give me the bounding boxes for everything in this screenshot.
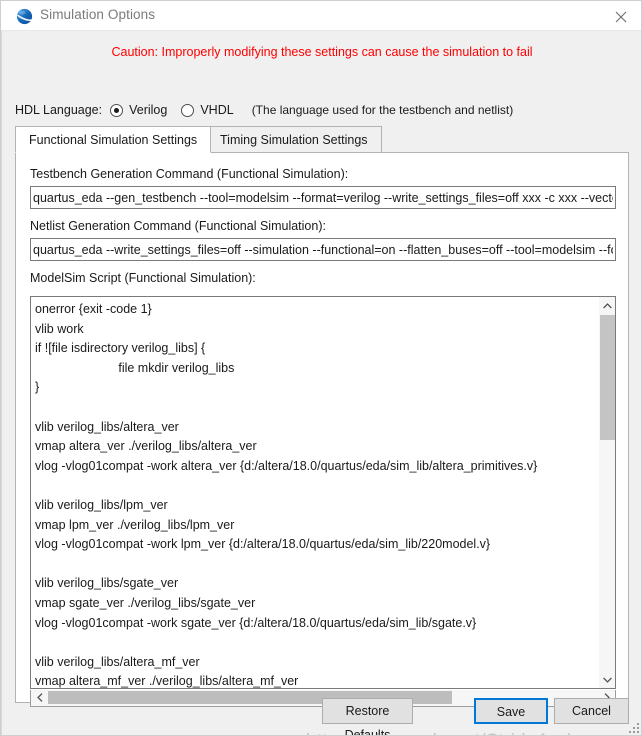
radio-option-verilog[interactable]: Verilog [110, 103, 167, 117]
tab-timing-simulation-settings[interactable]: Timing Simulation Settings [206, 126, 382, 153]
resize-grip-icon[interactable] [629, 723, 640, 734]
quartus-globe-icon [16, 8, 33, 25]
tab-functional-simulation-settings[interactable]: Functional Simulation Settings [15, 126, 212, 153]
window-title: Simulation Options [40, 7, 156, 22]
radio-verilog-icon[interactable] [110, 103, 124, 117]
netlist-command-label: Netlist Generation Command (Functional S… [30, 219, 326, 233]
script-vertical-scrollbar[interactable] [598, 297, 615, 688]
scroll-left-arrow-icon[interactable] [31, 690, 48, 705]
testbench-command-label: Testbench Generation Command (Functional… [30, 167, 349, 181]
cancel-button[interactable]: Cancel [554, 698, 629, 724]
title-bar: Simulation Options [1, 1, 641, 31]
hdl-language-radio-group: Verilog VHDL [110, 103, 248, 117]
modelsim-script-label: ModelSim Script (Functional Simulation): [30, 271, 256, 285]
hdl-language-row: HDL Language: Verilog VHDL (The language… [15, 101, 513, 119]
functional-simulation-panel: Testbench Generation Command (Functional… [15, 152, 629, 707]
radio-verilog-label: Verilog [129, 103, 168, 117]
radio-vhdl-icon[interactable] [181, 103, 195, 117]
scroll-up-arrow-icon[interactable] [599, 297, 615, 314]
restore-defaults-button[interactable]: Restore Defaults [322, 698, 413, 735]
scroll-down-arrow-icon[interactable] [599, 671, 615, 688]
radio-vhdl-label: VHDL [200, 103, 234, 117]
simulation-options-dialog: Simulation Options Caution: Improperly m… [0, 0, 642, 736]
tab-strip: Functional Simulation Settings Timing Si… [15, 126, 629, 153]
testbench-command-input[interactable] [30, 186, 616, 209]
script-vertical-scroll-thumb[interactable] [600, 315, 615, 440]
dialog-left-edge [1, 31, 2, 735]
hdl-language-label: HDL Language: [15, 103, 103, 117]
save-button[interactable]: Save [474, 698, 548, 724]
close-button[interactable] [599, 1, 641, 30]
dialog-body: Caution: Improperly modifying these sett… [1, 31, 641, 735]
caution-message: Caution: Improperly modifying these sett… [111, 45, 533, 59]
modelsim-script-text[interactable]: onerror {exit -code 1} vlib work if ![fi… [35, 300, 595, 688]
radio-option-vhdl[interactable]: VHDL [181, 103, 234, 117]
close-icon [615, 11, 627, 23]
hdl-language-hint: (The language used for the testbench and… [251, 103, 514, 117]
modelsim-script-editor[interactable]: onerror {exit -code 1} vlib work if ![fi… [30, 296, 616, 689]
netlist-command-input[interactable] [30, 238, 616, 261]
